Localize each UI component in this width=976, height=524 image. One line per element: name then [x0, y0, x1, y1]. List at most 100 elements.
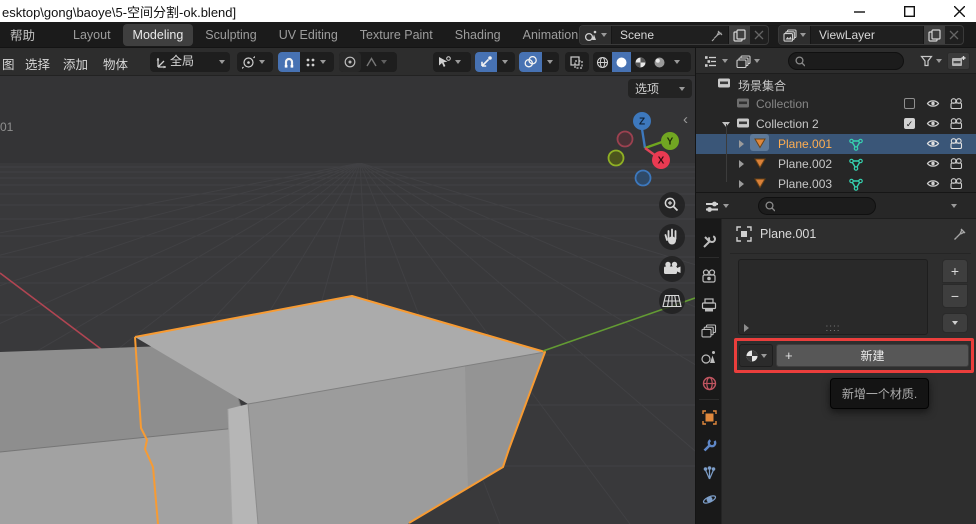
shading-rendered-button[interactable]: [650, 52, 669, 72]
browse-material-button[interactable]: [739, 344, 773, 367]
row-plane-001[interactable]: Plane.001: [696, 134, 976, 154]
disable-render-camera-icon[interactable]: [949, 118, 963, 129]
view-layer-selector[interactable]: ViewLayer: [778, 25, 964, 45]
scene-selector[interactable]: Scene: [579, 25, 769, 45]
unlink-scene-button[interactable]: [750, 26, 768, 44]
row-scene-collection[interactable]: 场景集合: [696, 74, 976, 94]
expand-caret-icon[interactable]: [739, 180, 744, 188]
filter-button[interactable]: [917, 52, 945, 70]
row-plane-003[interactable]: Plane.003: [696, 174, 976, 194]
tab-uv-editing[interactable]: UV Editing: [269, 24, 348, 46]
outliner-search-input[interactable]: [809, 55, 897, 67]
snap-to-dropdown[interactable]: [300, 52, 331, 72]
remove-material-slot-button[interactable]: −: [942, 284, 968, 308]
tab-modeling[interactable]: Modeling: [123, 24, 194, 46]
proportional-edit-toggle[interactable]: [339, 52, 361, 72]
xray-toggle[interactable]: [565, 52, 589, 72]
expand-filter-icon[interactable]: [744, 324, 749, 332]
show-overlays-toggle[interactable]: [519, 52, 542, 72]
close-button[interactable]: [948, 2, 970, 20]
breadcrumb-object-name[interactable]: Plane.001: [760, 227, 816, 241]
tab-scene[interactable]: [700, 348, 718, 366]
tab-animation[interactable]: Animation: [513, 24, 589, 46]
editor-type-button[interactable]: [701, 52, 731, 70]
resize-grip[interactable]: ::::: [825, 323, 840, 334]
disable-render-camera-icon[interactable]: [949, 138, 963, 149]
minimize-button[interactable]: [848, 2, 870, 20]
disable-render-camera-icon[interactable]: [949, 178, 963, 189]
tab-texture-paint[interactable]: Texture Paint: [350, 24, 443, 46]
viewport-options-button[interactable]: 选项: [628, 79, 692, 98]
view-layer-name[interactable]: ViewLayer: [811, 28, 923, 42]
transform-orientation-dropdown[interactable]: 全局: [150, 52, 230, 72]
row-collection[interactable]: Collection: [696, 94, 976, 114]
hide-eye-icon[interactable]: [926, 158, 940, 169]
disable-render-camera-icon[interactable]: [949, 158, 963, 169]
tab-view-layer[interactable]: [700, 322, 718, 340]
menu-help[interactable]: 帮助: [0, 25, 45, 44]
tab-render[interactable]: [700, 267, 718, 285]
tab-shading[interactable]: Shading: [445, 24, 511, 46]
row-collection-2[interactable]: Collection 2 ✓: [696, 114, 976, 134]
editor-type-button[interactable]: [701, 197, 732, 215]
new-collection-button[interactable]: [947, 52, 970, 70]
proportional-falloff-dropdown[interactable]: [361, 52, 392, 72]
overlays-dropdown[interactable]: [542, 52, 558, 72]
toggle-view-button[interactable]: [659, 288, 685, 314]
shading-dropdown[interactable]: [669, 52, 685, 72]
camera-view-button[interactable]: [659, 256, 685, 282]
tab-object[interactable]: [700, 408, 718, 426]
shading-solid-button[interactable]: [612, 52, 631, 72]
tab-modifiers[interactable]: [700, 436, 718, 454]
new-view-layer-button[interactable]: [923, 26, 945, 44]
properties-options-button[interactable]: [948, 197, 960, 215]
add-material-slot-button[interactable]: +: [942, 259, 968, 283]
zoom-tool-button[interactable]: [659, 192, 685, 218]
maximize-button[interactable]: [898, 2, 920, 20]
sidebar-collapse-arrow[interactable]: ‹: [683, 112, 688, 127]
row-plane-002[interactable]: Plane.002: [696, 154, 976, 174]
menu-view[interactable]: 图: [2, 54, 15, 73]
tab-world[interactable]: [700, 374, 718, 392]
material-specials-button[interactable]: [942, 313, 968, 333]
expand-caret-icon[interactable]: [739, 160, 744, 168]
new-scene-button[interactable]: [728, 26, 750, 44]
shading-wireframe-button[interactable]: [593, 52, 612, 72]
menu-add[interactable]: 添加: [63, 54, 88, 73]
new-material-button[interactable]: + 新建: [776, 344, 969, 367]
tab-output[interactable]: [700, 296, 718, 314]
collection-checkbox-unchecked[interactable]: [904, 98, 915, 109]
remove-view-layer-button[interactable]: [945, 26, 963, 44]
tab-sculpting[interactable]: Sculpting: [195, 24, 266, 46]
view-layer-browse-button[interactable]: [779, 26, 811, 44]
gizmo-dropdown[interactable]: [497, 52, 513, 72]
disable-render-camera-icon[interactable]: [949, 98, 963, 109]
show-gizmo-toggle[interactable]: [475, 52, 497, 72]
display-mode-button[interactable]: [733, 52, 763, 70]
object-type-visibility-dropdown[interactable]: [433, 52, 471, 72]
menu-select[interactable]: 选择: [25, 54, 50, 73]
outliner-search[interactable]: [788, 52, 904, 70]
menu-object[interactable]: 物体: [103, 54, 128, 73]
pan-tool-button[interactable]: [659, 224, 685, 250]
shading-material-button[interactable]: [631, 52, 650, 72]
tab-layout[interactable]: Layout: [63, 24, 121, 46]
hide-eye-icon[interactable]: [926, 178, 940, 189]
snap-toggle[interactable]: [278, 52, 300, 72]
expand-caret-icon[interactable]: [739, 140, 744, 148]
material-slot-list[interactable]: ::::: [738, 259, 928, 335]
pivot-point-dropdown[interactable]: [237, 52, 273, 72]
pin-id-button[interactable]: [953, 227, 967, 241]
hide-eye-icon[interactable]: [926, 118, 940, 129]
hide-eye-icon[interactable]: [926, 138, 940, 149]
scene-name[interactable]: Scene: [612, 28, 707, 42]
pin-scene-button[interactable]: [707, 26, 728, 44]
hide-eye-icon[interactable]: [926, 98, 940, 109]
properties-search-input[interactable]: [779, 200, 869, 212]
viewport-canvas[interactable]: Z Y X: [0, 76, 695, 524]
tab-particles[interactable]: [700, 464, 718, 482]
tab-physics[interactable]: [700, 490, 718, 508]
tab-tool[interactable]: [700, 232, 718, 250]
scene-browse-button[interactable]: [580, 26, 612, 44]
collection-checkbox-checked[interactable]: ✓: [904, 118, 915, 129]
